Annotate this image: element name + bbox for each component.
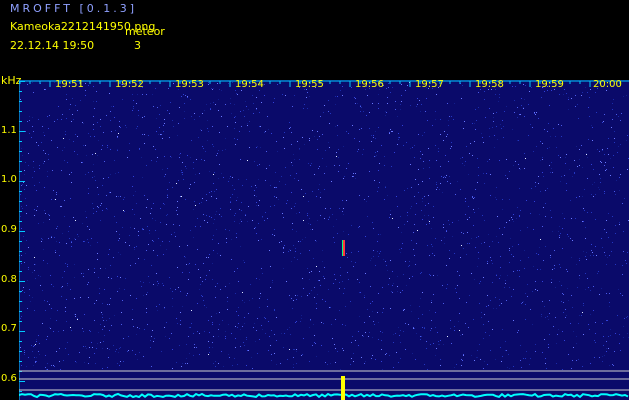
y-tick-label: 1.0 <box>1 174 17 185</box>
x-tick-label: 20:00 <box>593 79 622 90</box>
x-tick-label: 19:55 <box>295 79 324 90</box>
meteor-echo-edge <box>342 240 343 256</box>
y-tick-label: 0.7 <box>1 323 17 334</box>
spectrogram-background <box>19 80 629 400</box>
x-tick-label: 19:53 <box>175 79 204 90</box>
x-tick-label: 19:51 <box>55 79 84 90</box>
x-tick-label: 19:59 <box>535 79 564 90</box>
x-tick-label: 19:58 <box>475 79 504 90</box>
meteor-count: 3 <box>134 39 141 52</box>
x-tick-label: 19:56 <box>355 79 384 90</box>
meteor-spike <box>341 376 345 400</box>
app-title: MROFFT [0.1.3] <box>10 2 138 15</box>
y-tick-label: 0.9 <box>1 224 17 235</box>
y-tick-label: 0.6 <box>1 373 17 384</box>
x-tick-label: 19:57 <box>415 79 444 90</box>
meteor-label: meteor <box>125 25 165 38</box>
y-tick-label: 0.8 <box>1 274 17 285</box>
spectrogram-plot <box>19 80 629 400</box>
spectrogram-svg <box>19 80 629 400</box>
x-tick-label: 19:54 <box>235 79 264 90</box>
x-tick-label: 19:52 <box>115 79 144 90</box>
y-tick-label: 1.1 <box>1 125 17 136</box>
spectrogram-window: MROFFT [0.1.3] Kameoka2212141950.png met… <box>0 0 629 400</box>
datetime-label: 22.12.14 19:50 <box>10 39 95 52</box>
